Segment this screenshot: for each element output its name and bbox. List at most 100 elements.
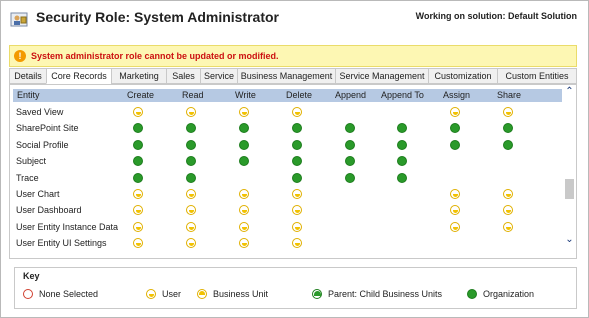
column-header-write: Write <box>235 90 256 100</box>
entity-name: SharePoint Site <box>16 123 79 134</box>
user-level-icon[interactable] <box>503 189 513 199</box>
key-label: Parent: Child Business Units <box>328 289 443 299</box>
table-row: User Entity Instance Data <box>13 219 562 235</box>
organization-level-icon[interactable] <box>292 139 302 150</box>
user-level-icon[interactable] <box>239 205 249 216</box>
organization-level-icon[interactable] <box>133 172 143 183</box>
table-row: Subject <box>13 153 562 169</box>
entity-name: Trace <box>16 172 39 183</box>
user-level-icon[interactable] <box>450 189 460 199</box>
user-level-icon[interactable] <box>133 221 143 232</box>
column-header-append-to: Append To <box>381 90 424 100</box>
organization-level-icon[interactable] <box>397 172 407 183</box>
organization-level-icon[interactable] <box>503 139 513 150</box>
chevron-up-icon[interactable]: ⌃ <box>564 87 575 97</box>
entity-name: User Entity Instance Data <box>16 221 119 232</box>
user-level-icon[interactable] <box>133 107 143 117</box>
organization-level-icon[interactable] <box>133 139 143 150</box>
organization-level-icon[interactable] <box>186 156 196 167</box>
user-level-icon[interactable] <box>186 107 196 117</box>
tab-sales[interactable]: Sales <box>166 68 200 84</box>
organization-level-icon[interactable] <box>133 156 143 167</box>
user-level-icon[interactable] <box>186 221 196 232</box>
user-level-icon[interactable] <box>239 107 249 117</box>
table-row: SharePoint Site <box>13 120 562 136</box>
organization-level-icon[interactable] <box>292 156 302 167</box>
header: Security Role: System Administrator Work… <box>1 1 588 39</box>
organization-level-icon[interactable] <box>239 123 249 134</box>
entity-name: Social Profile <box>16 139 69 150</box>
organization-level-icon[interactable] <box>239 156 249 167</box>
tab-service-management[interactable]: Service Management <box>335 68 428 84</box>
user-level-icon[interactable] <box>450 205 460 216</box>
tab-details[interactable]: Details <box>9 68 46 84</box>
organization-level-icon[interactable] <box>186 123 196 134</box>
key-title: Key <box>23 271 40 281</box>
user-level-icon[interactable] <box>292 189 302 199</box>
user-level-icon[interactable] <box>239 189 249 199</box>
organization-level-icon[interactable] <box>186 139 196 150</box>
organization-level-icon[interactable] <box>450 139 460 150</box>
tab-customization[interactable]: Customization <box>428 68 497 84</box>
column-header-delete: Delete <box>286 90 313 100</box>
scroll-thumb[interactable] <box>565 179 574 199</box>
security-role-window: Security Role: System Administrator Work… <box>0 0 589 318</box>
organization-level-icon[interactable] <box>345 123 355 134</box>
tab-core-records[interactable]: Core Records <box>46 68 111 84</box>
organization-level-icon[interactable] <box>292 172 302 183</box>
organization-level-icon[interactable] <box>133 123 143 134</box>
user-level-icon[interactable] <box>239 221 249 232</box>
tab-business-management[interactable]: Business Management <box>237 68 335 84</box>
legend-key: Key None Selected User Business Unit Par… <box>14 267 577 309</box>
user-level-icon[interactable] <box>503 221 513 232</box>
organization-level-icon[interactable] <box>186 172 196 183</box>
key-label: User <box>162 289 182 299</box>
organization-level-icon[interactable] <box>397 156 407 167</box>
column-header-assign: Assign <box>443 90 471 100</box>
table-row: User Entity UI Settings <box>13 235 562 251</box>
solution-label: Working on solution: Default Solution <box>415 11 577 21</box>
chevron-down-icon[interactable]: ⌄ <box>564 235 575 245</box>
user-level-icon[interactable] <box>292 238 302 249</box>
page-title: Security Role: System Administrator <box>36 9 279 25</box>
user-level-icon[interactable] <box>292 205 302 216</box>
organization-level-icon[interactable] <box>239 139 249 150</box>
user-level-icon[interactable] <box>133 189 143 199</box>
organization-level-icon[interactable] <box>292 123 302 134</box>
organization-level-icon[interactable] <box>345 156 355 167</box>
warning-icon: ! <box>14 50 26 62</box>
organization-level-icon[interactable] <box>345 139 355 150</box>
table-row: Trace <box>13 170 562 186</box>
user-level-icon[interactable] <box>133 238 143 249</box>
user-level-icon[interactable] <box>503 107 513 117</box>
user-level-icon[interactable] <box>503 205 513 216</box>
column-header-share: Share <box>497 90 522 100</box>
organization-level-icon[interactable] <box>345 172 355 183</box>
user-level-icon[interactable] <box>292 107 302 117</box>
organization-level-icon <box>467 289 477 299</box>
tab-custom-entities[interactable]: Custom Entities <box>497 68 577 84</box>
vertical-scrollbar[interactable]: ⌃ ⌄ <box>563 85 576 258</box>
privilege-grid: Entity Create Read Write Delete Append A… <box>9 84 577 259</box>
organization-level-icon[interactable] <box>503 123 513 134</box>
organization-level-icon[interactable] <box>397 139 407 150</box>
user-level-icon[interactable] <box>186 238 196 249</box>
column-header-append: Append <box>335 90 367 100</box>
entity-name: User Dashboard <box>16 205 82 216</box>
tab-marketing[interactable]: Marketing <box>111 68 166 84</box>
table-row: Saved View <box>13 104 562 120</box>
warning-bar: ! System administrator role cannot be up… <box>9 45 577 67</box>
column-header-read: Read <box>182 90 204 100</box>
tab-service[interactable]: Service <box>200 68 237 84</box>
organization-level-icon[interactable] <box>397 123 407 134</box>
user-level-icon[interactable] <box>186 189 196 199</box>
table-row: Social Profile <box>13 137 562 153</box>
user-level-icon[interactable] <box>133 205 143 216</box>
user-level-icon[interactable] <box>292 221 302 232</box>
user-level-icon[interactable] <box>239 238 249 249</box>
user-level-icon[interactable] <box>450 221 460 232</box>
user-level-icon[interactable] <box>450 107 460 117</box>
business-unit-level-icon <box>197 289 207 299</box>
user-level-icon[interactable] <box>186 205 196 216</box>
organization-level-icon[interactable] <box>450 123 460 134</box>
